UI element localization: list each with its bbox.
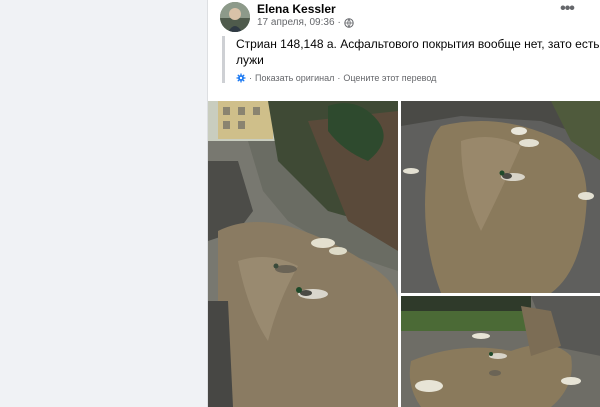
avatar-image <box>220 2 250 32</box>
top-right-photo[interactable] <box>401 101 600 293</box>
translation-separator-1: · <box>249 73 252 83</box>
post-meta: 17 апреля, 09:36 · <box>257 17 354 28</box>
translation-bar: · Показать оригинал · Оцените этот перев… <box>236 73 600 83</box>
gear-icon[interactable] <box>236 73 246 83</box>
post-text: Стриан 148,148 а. Асфальтового покрытия … <box>236 37 600 67</box>
more-options-icon[interactable]: ••• <box>559 1 575 19</box>
author-name[interactable]: Elena Kessler <box>257 2 336 16</box>
bottom-right-photo[interactable] <box>401 296 600 407</box>
rate-translation-link[interactable]: Оцените этот перевод <box>343 73 436 83</box>
translation-separator-2: · <box>337 73 341 83</box>
meta-separator: · <box>337 17 341 28</box>
show-original-link[interactable]: Показать оригинал <box>255 73 334 83</box>
avatar[interactable] <box>220 2 250 32</box>
facebook-post-card: Elena Kessler 17 апреля, 09:36 · ••• Стр… <box>207 0 600 407</box>
post-timestamp[interactable]: 17 апреля, 09:36 <box>257 17 335 28</box>
globe-icon[interactable] <box>344 17 354 28</box>
main-photo[interactable] <box>208 101 398 407</box>
translated-text-block: Стриан 148,148 а. Асфальтового покрытия … <box>222 36 600 83</box>
